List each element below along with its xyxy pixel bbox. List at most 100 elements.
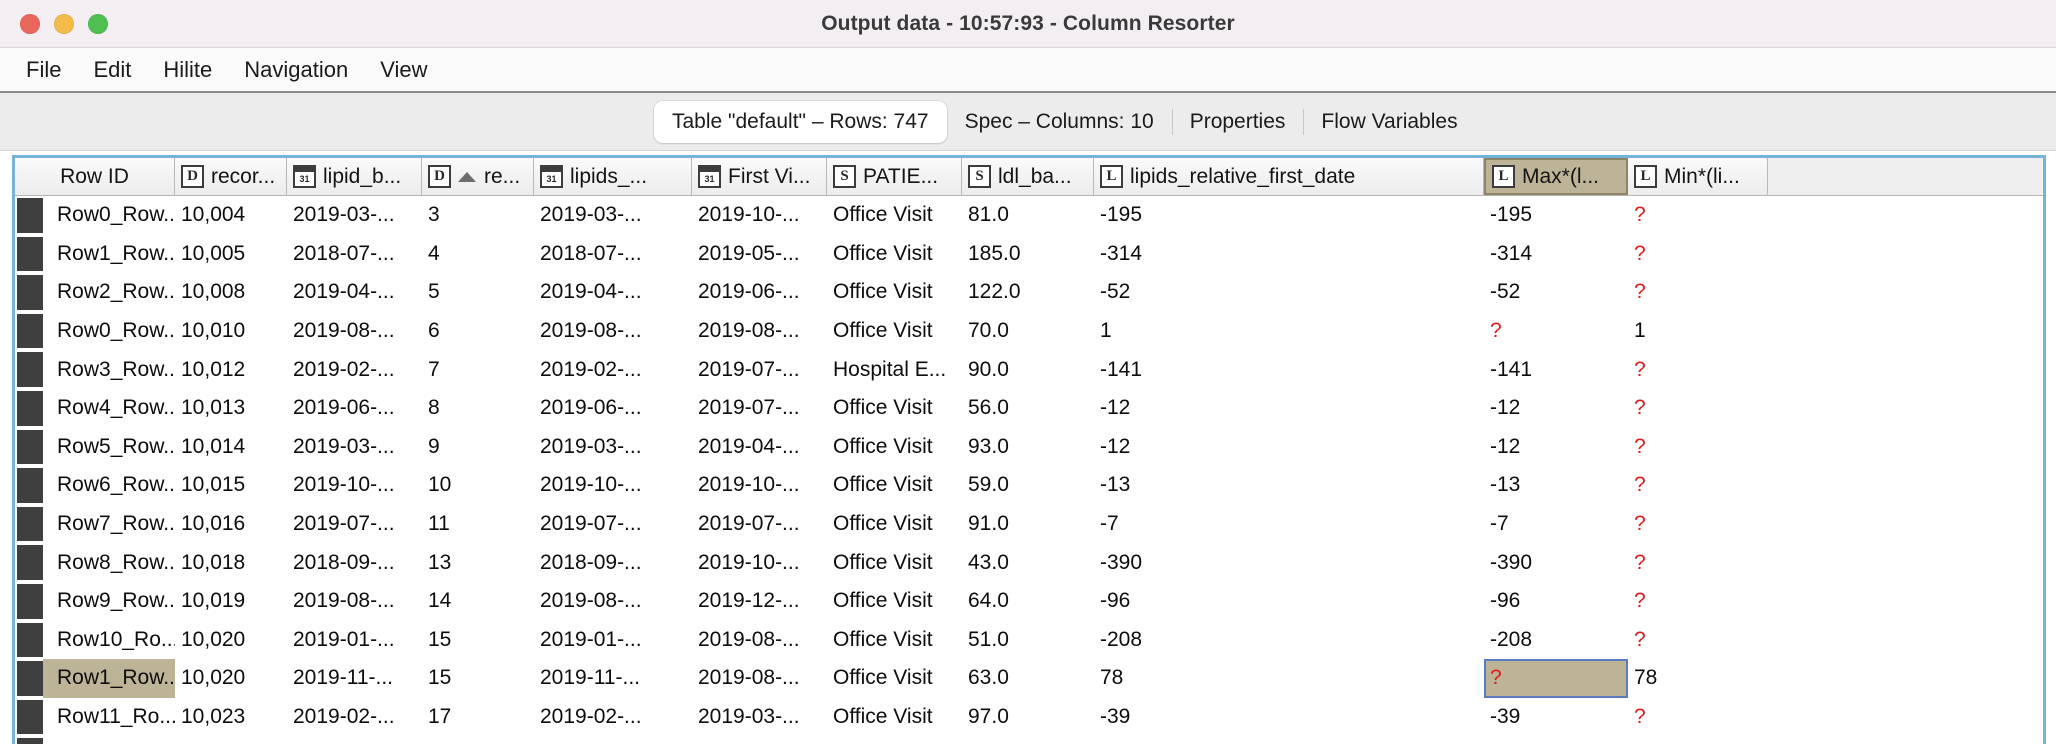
- cell-ldl_ba[interactable]: 91.0: [962, 505, 1094, 544]
- cell-lipids_relative_first_date[interactable]: -146: [1094, 736, 1484, 744]
- cell-min_li[interactable]: ?: [1628, 235, 1768, 274]
- cell-first_visit[interactable]: 2019-07-...: [692, 389, 827, 428]
- menu-item-navigation[interactable]: Navigation: [228, 55, 364, 85]
- cell-min_li[interactable]: ?: [1628, 543, 1768, 582]
- cell-lipids_relative_first_date[interactable]: 1: [1094, 312, 1484, 351]
- row-id-cell[interactable]: Row7_Row...: [15, 505, 175, 544]
- cell-ldl_ba[interactable]: 63.0: [962, 659, 1094, 698]
- cell-ldl_ba[interactable]: 93.0: [962, 428, 1094, 467]
- cell-lipids[interactable]: 2019-08-...: [534, 312, 692, 351]
- table-row[interactable]: Row8_Row... 10,018 2018-09-... 13 2018-09-..…: [15, 543, 2043, 582]
- cell-lipids_relative_first_date[interactable]: -12: [1094, 428, 1484, 467]
- column-header-ldl_ba[interactable]: Sldl_ba...: [962, 158, 1094, 195]
- cell-re[interactable]: 7: [422, 350, 534, 389]
- table-row[interactable]: Row1_Row... 10,005 2018-07-... 4 2018-07-...…: [15, 235, 2043, 274]
- cell-max_l[interactable]: -146: [1484, 736, 1628, 744]
- cell-lipids[interactable]: 2019-01-...: [534, 621, 692, 660]
- cell-lipids_relative_first_date[interactable]: -7: [1094, 505, 1484, 544]
- cell-min_li[interactable]: ?: [1628, 621, 1768, 660]
- cell-max_l[interactable]: ?: [1484, 312, 1628, 351]
- cell-record[interactable]: 10,010: [175, 312, 287, 351]
- cell-record[interactable]: 10,012: [175, 350, 287, 389]
- cell-record[interactable]: 10,025: [175, 736, 287, 744]
- cell-patie[interactable]: Office Visit: [827, 196, 962, 235]
- cell-re[interactable]: 8: [422, 389, 534, 428]
- cell-lipid_b[interactable]: 2019-08-...: [287, 582, 422, 621]
- cell-lipids[interactable]: 2019-07-...: [534, 505, 692, 544]
- cell-lipid_b[interactable]: 2018-09-...: [287, 543, 422, 582]
- table-row[interactable]: Row4_Row... 10,013 2019-06-... 8 2019-06-...…: [15, 389, 2043, 428]
- cell-lipids_relative_first_date[interactable]: -314: [1094, 235, 1484, 274]
- cell-patie[interactable]: Office Visit: [827, 273, 962, 312]
- row-id-cell[interactable]: Row2_Row...: [15, 273, 175, 312]
- cell-patie[interactable]: Office Visit: [827, 505, 962, 544]
- cell-re[interactable]: 4: [422, 235, 534, 274]
- cell-patie[interactable]: Office Visit: [827, 428, 962, 467]
- cell-first_visit[interactable]: 2019-10-...: [692, 543, 827, 582]
- cell-patie[interactable]: Hospital E...: [827, 350, 962, 389]
- cell-max_l[interactable]: -208: [1484, 621, 1628, 660]
- cell-patie[interactable]: Office Visit: [827, 466, 962, 505]
- cell-re[interactable]: 14: [422, 582, 534, 621]
- cell-min_li[interactable]: ?: [1628, 389, 1768, 428]
- cell-lipid_b[interactable]: 2019-07-...: [287, 505, 422, 544]
- column-header-record[interactable]: Drecor...: [175, 158, 287, 195]
- cell-re[interactable]: 9: [422, 428, 534, 467]
- cell-first_visit[interactable]: 2019-03-...: [692, 698, 827, 737]
- cell-lipids[interactable]: 2018-07-...: [534, 235, 692, 274]
- cell-first_visit[interactable]: 2019-08-...: [692, 659, 827, 698]
- cell-first_visit[interactable]: 2019-10-...: [692, 466, 827, 505]
- row-id-cell[interactable]: Row3_Row...: [15, 350, 175, 389]
- menu-item-file[interactable]: File: [10, 55, 77, 85]
- cell-lipids[interactable]: 2019-10-...: [534, 466, 692, 505]
- table-row[interactable]: Row0_Row... 10,010 2019-08-... 6 2019-08-...…: [15, 312, 2043, 351]
- cell-lipid_b[interactable]: 2019-04-...: [287, 273, 422, 312]
- cell-re[interactable]: 6: [422, 312, 534, 351]
- cell-lipids_relative_first_date[interactable]: -195: [1094, 196, 1484, 235]
- cell-min_li[interactable]: ?: [1628, 505, 1768, 544]
- cell-ldl_ba[interactable]: 122.0: [962, 273, 1094, 312]
- cell-min_li[interactable]: ?: [1628, 273, 1768, 312]
- table-row[interactable]: Row11_Ro... 10,023 2019-02-... 17 2019-02-..…: [15, 698, 2043, 737]
- cell-patie[interactable]: Office Visit: [827, 659, 962, 698]
- cell-record[interactable]: 10,020: [175, 659, 287, 698]
- cell-re[interactable]: 5: [422, 273, 534, 312]
- cell-max_l[interactable]: -141: [1484, 350, 1628, 389]
- table-row[interactable]: Row0_Row... 10,004 2019-03-... 3 2019-03-...…: [15, 196, 2043, 235]
- cell-re[interactable]: 13: [422, 543, 534, 582]
- cell-re[interactable]: 10: [422, 466, 534, 505]
- row-id-cell[interactable]: Row8_Row...: [15, 543, 175, 582]
- cell-lipid_b[interactable]: 2018-07-...: [287, 235, 422, 274]
- row-id-cell[interactable]: Row4_Row...: [15, 389, 175, 428]
- cell-min_li[interactable]: ?: [1628, 698, 1768, 737]
- cell-lipids_relative_first_date[interactable]: -96: [1094, 582, 1484, 621]
- table-row[interactable]: Row10_Ro... 10,020 2019-01-... 15 2019-01-..…: [15, 621, 2043, 660]
- cell-patie[interactable]: Office Visit: [827, 582, 962, 621]
- tab-flow-variables[interactable]: Flow Variables: [1303, 101, 1475, 143]
- column-header-lipid_b[interactable]: 31 lipid_b...: [287, 158, 422, 195]
- cell-first_visit[interactable]: 2019-07-...: [692, 505, 827, 544]
- cell-min_li[interactable]: ?: [1628, 582, 1768, 621]
- cell-ldl_ba[interactable]: 81.0: [962, 196, 1094, 235]
- cell-ldl_ba[interactable]: 64.0: [962, 582, 1094, 621]
- cell-lipid_b[interactable]: 2018-09-...: [287, 736, 422, 744]
- row-id-cell[interactable]: Row0_Row...: [15, 312, 175, 351]
- tab-properties[interactable]: Properties: [1171, 101, 1304, 143]
- menu-item-hilite[interactable]: Hilite: [147, 55, 228, 85]
- row-id-cell[interactable]: Row12_Ro...: [15, 736, 175, 744]
- cell-re[interactable]: 11: [422, 505, 534, 544]
- cell-lipid_b[interactable]: 2019-03-...: [287, 428, 422, 467]
- column-header-re[interactable]: Dre...: [422, 158, 534, 195]
- cell-lipid_b[interactable]: 2019-08-...: [287, 312, 422, 351]
- cell-lipids[interactable]: 2019-02-...: [534, 698, 692, 737]
- cell-lipid_b[interactable]: 2019-01-...: [287, 621, 422, 660]
- cell-first_visit[interactable]: 2019-05-...: [692, 235, 827, 274]
- cell-re[interactable]: 15: [422, 621, 534, 660]
- cell-record[interactable]: 10,005: [175, 235, 287, 274]
- cell-max_l[interactable]: -39: [1484, 698, 1628, 737]
- close-button[interactable]: [20, 13, 40, 34]
- row-id-cell[interactable]: Row1_Row...: [15, 235, 175, 274]
- column-header-first_visit[interactable]: 31 First Vi...: [692, 158, 827, 195]
- table-row[interactable]: Row12_Ro...10,0252018-09-...192018-09-..…: [15, 736, 2043, 744]
- column-header-max_l[interactable]: L Max*(l...: [1484, 158, 1628, 195]
